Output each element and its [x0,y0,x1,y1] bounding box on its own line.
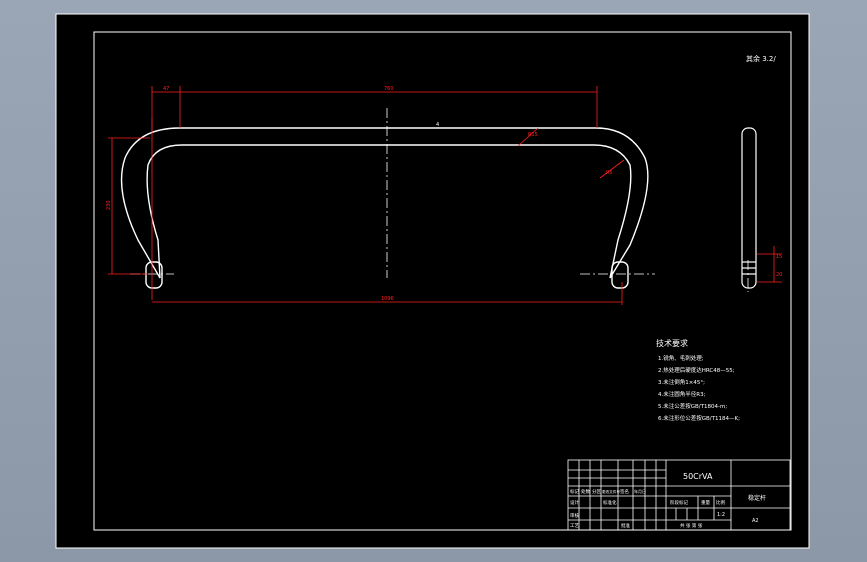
tb-label-zone: 分区 [592,488,601,495]
tech-item: 6.未注形位公差按GB/T1184—K; [658,414,740,422]
cad-drawing-canvas: 其余 3.2/ 4 47 760 1096 230 R15 R5 15 20 技… [55,13,810,549]
tech-item: 3.未注倒角1×45°; [658,378,705,386]
scale-value-text: 1:2 [717,512,725,518]
dim-bottom-span-text: 1096 [381,296,394,302]
tech-item: 1.锐角、毛刺处理; [658,354,704,362]
tb-label-process: 工艺 [570,523,579,529]
dim-radius-top-text: R15 [528,132,538,138]
tech-title: 技术要求 [656,338,688,348]
dim-left-offset-text: 47 [163,86,169,92]
tb-label-count: 处数 [581,488,590,495]
tb-label-sheets: 共 张 第 张 [680,522,703,529]
tb-label-approve: 批准 [621,522,630,529]
center-mark: 4 [436,122,439,128]
tb-label-sign: 签名 [620,488,629,495]
scale-note: 其余 3.2/ [746,54,776,63]
tb-label-change-no: 更改文件号 [602,489,620,494]
tb-label-weight: 重量 [701,499,710,506]
drawing-code-text: A2 [752,518,759,524]
dim-side-lower-text: 20 [776,272,782,278]
tech-item: 2.热处理后硬度达HRC48—55; [658,366,735,374]
material-text: 50CrVA [683,472,713,481]
drawing-sheet [55,13,810,549]
dim-radius-bend-text: R5 [606,170,613,176]
part-name-text: 稳定杆 [748,494,766,502]
dim-height-text: 230 [106,200,112,210]
tb-label-standardize: 标准化 [603,499,617,506]
tb-label-stage: 阶段标记 [670,499,688,506]
tb-label-mark: 标记 [570,488,579,495]
dim-side-upper-text: 15 [776,254,782,260]
tech-item: 4.未注圆角半径R3; [658,390,706,398]
tb-label-design: 设计 [570,499,579,506]
tb-label-review: 审核 [570,512,579,519]
tb-label-date: 年月日 [634,488,646,494]
tb-label-scale: 比例 [716,499,725,506]
tech-item: 5.未注公差按GB/T1804-m; [658,402,727,410]
dim-top-span-text: 760 [384,86,394,92]
